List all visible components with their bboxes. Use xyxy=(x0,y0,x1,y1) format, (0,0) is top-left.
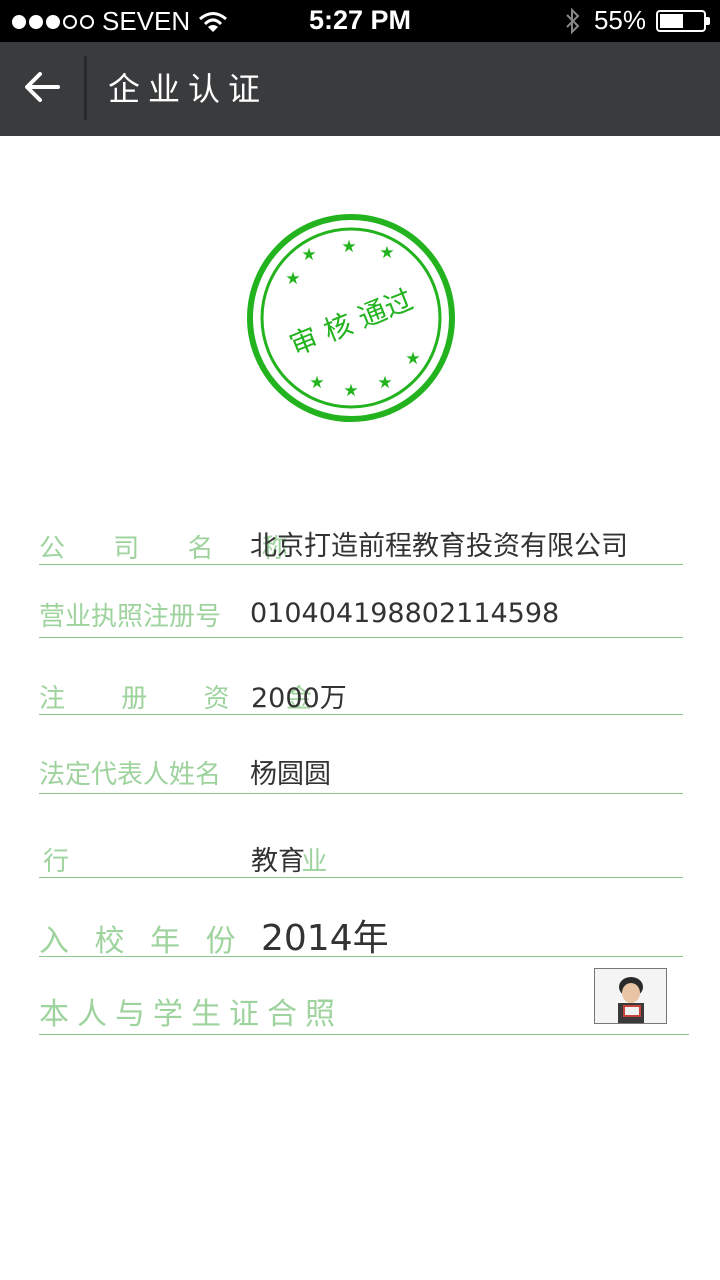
registered-capital-value: 2000万 xyxy=(251,683,347,714)
field-row-student-photo: 本人与学生证合照 xyxy=(39,984,689,1035)
company-name-value: 北京打造前程教育投资有限公司 xyxy=(250,531,628,562)
industry-label: 行 业 xyxy=(43,847,440,877)
field-row-enrollment-year: 入 校 年 份 2014年 xyxy=(39,906,683,959)
status-bar: SEVEN 5:27 PM 55% xyxy=(0,0,720,42)
status-right: 55% xyxy=(564,5,710,36)
field-row-legal-rep: 法定代表人姓名 杨圆圆 xyxy=(39,748,683,794)
svg-text:★: ★ xyxy=(309,373,324,393)
license-number-label: 营业执照注册号 xyxy=(39,602,222,632)
nav-bar: 企业认证 xyxy=(0,42,720,136)
svg-text:★: ★ xyxy=(405,349,420,369)
industry-value: 教育 xyxy=(251,846,305,877)
svg-text:★: ★ xyxy=(343,381,358,401)
field-row-company-name: 公 司 名 称 北京打造前程教育投资有限公司 xyxy=(39,516,683,565)
nav-divider xyxy=(84,56,87,120)
svg-text:★: ★ xyxy=(377,373,392,393)
field-row-industry: 行 业 教育 xyxy=(39,836,683,878)
svg-text:★: ★ xyxy=(379,243,394,263)
svg-text:★: ★ xyxy=(341,237,356,257)
bluetooth-icon xyxy=(566,7,580,34)
battery-percent: 55% xyxy=(593,5,646,35)
battery-icon xyxy=(656,9,710,32)
enrollment-year-value: 2014年 xyxy=(261,918,389,959)
back-arrow-icon[interactable] xyxy=(18,62,68,112)
svg-text:★: ★ xyxy=(301,245,316,265)
license-number-value: 010404198802114598 xyxy=(250,598,560,629)
field-row-license-number: 营业执照注册号 010404198802114598 xyxy=(39,592,683,638)
enrollment-year-label: 入 校 年 份 xyxy=(39,924,244,959)
stamp-text: 审 核 通过 xyxy=(285,283,418,362)
legal-rep-label: 法定代表人姓名 xyxy=(39,760,222,790)
field-row-registered-capital: 注 册 资 金 2000万 xyxy=(39,670,683,715)
approved-stamp: ★ ★ ★ ★ ★ ★ ★ ★ 审 核 通过 xyxy=(247,214,455,422)
student-photo-thumbnail[interactable] xyxy=(594,968,667,1024)
svg-text:★: ★ xyxy=(285,269,300,289)
legal-rep-value: 杨圆圆 xyxy=(250,759,331,790)
student-photo-label: 本人与学生证合照 xyxy=(39,997,343,1032)
page-title: 企业认证 xyxy=(108,70,269,108)
